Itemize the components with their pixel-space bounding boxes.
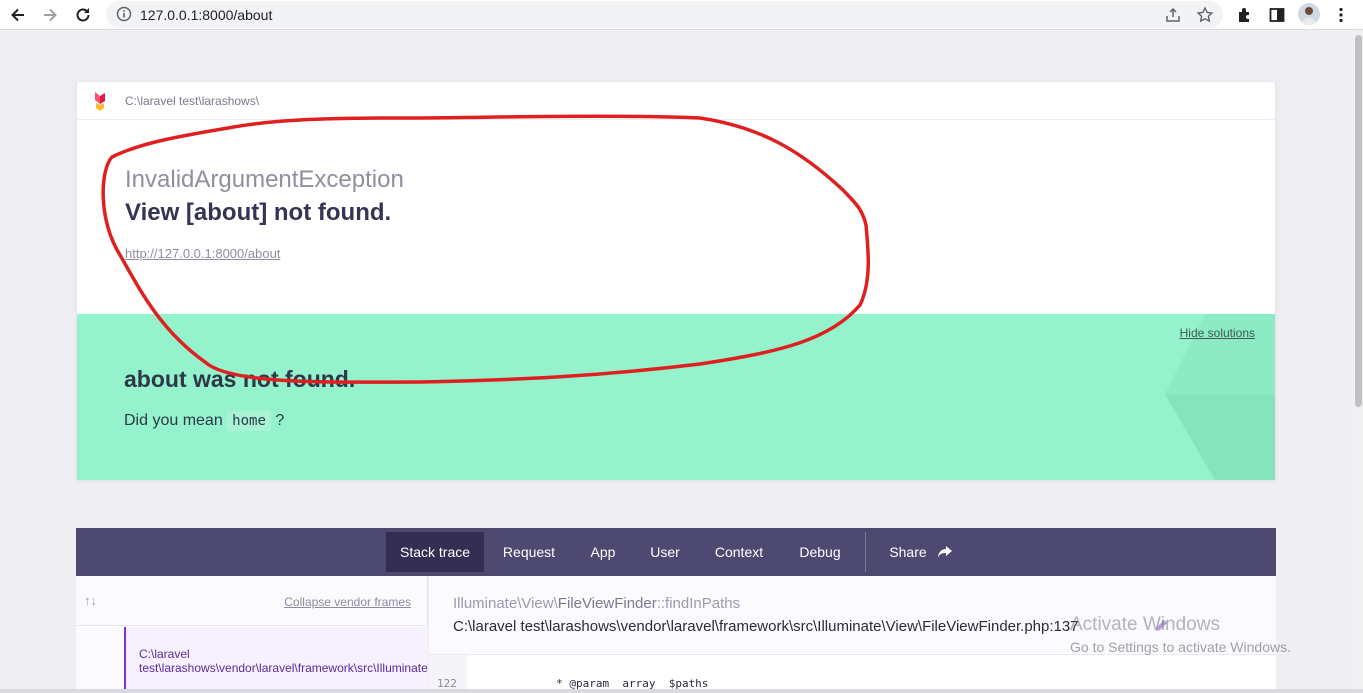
bottom-edge [0,689,1363,693]
activate-windows-subtitle: Go to Settings to activate Windows. [1070,639,1291,655]
tab-user[interactable]: User [640,532,690,572]
activate-windows-title: Activate Windows [1070,614,1220,635]
frame-namespace: Illuminate\View\ [453,595,558,612]
frame-class-name: FileViewFinder [557,595,657,612]
share-label: Share [889,544,927,560]
stack-frames-panel: ↑↓ Collapse vendor frames C:\laravel tes… [76,576,428,693]
share-arrow-icon [937,546,952,558]
tab-debug[interactable]: Debug [788,532,852,572]
frame-file-path: C:\laravel test\larashows\vendor\laravel… [453,618,1079,635]
tab-request[interactable]: Request [494,532,564,572]
line-number: 122 [429,655,467,693]
tab-bar: Stack trace Request App User Context Deb… [76,528,1276,576]
tab-separator [865,532,866,572]
tab-stack-trace[interactable]: Stack trace [386,532,484,572]
stack-frame-path: C:\laravel test\larashows\vendor\laravel… [139,647,428,675]
frame-signature: Illuminate\View\FileViewFinder::findInPa… [453,595,740,612]
tab-context[interactable]: Context [704,532,774,572]
scrollbar-thumb[interactable] [1355,35,1362,407]
page-scrollbar[interactable] [1353,31,1363,693]
stack-frame-selected[interactable]: C:\laravel test\larashows\vendor\laravel… [124,627,428,693]
frame-method: ::findInPaths [656,595,741,612]
share-button[interactable]: Share [876,532,966,572]
frame-nav-arrows[interactable]: ↑↓ [84,593,97,608]
collapse-vendor-frames-link[interactable]: Collapse vendor frames [284,595,411,609]
stack-controls: ↑↓ Collapse vendor frames [76,576,427,626]
code-snippet: 122 * @param array $paths [429,654,1276,693]
tab-app[interactable]: App [578,532,628,572]
